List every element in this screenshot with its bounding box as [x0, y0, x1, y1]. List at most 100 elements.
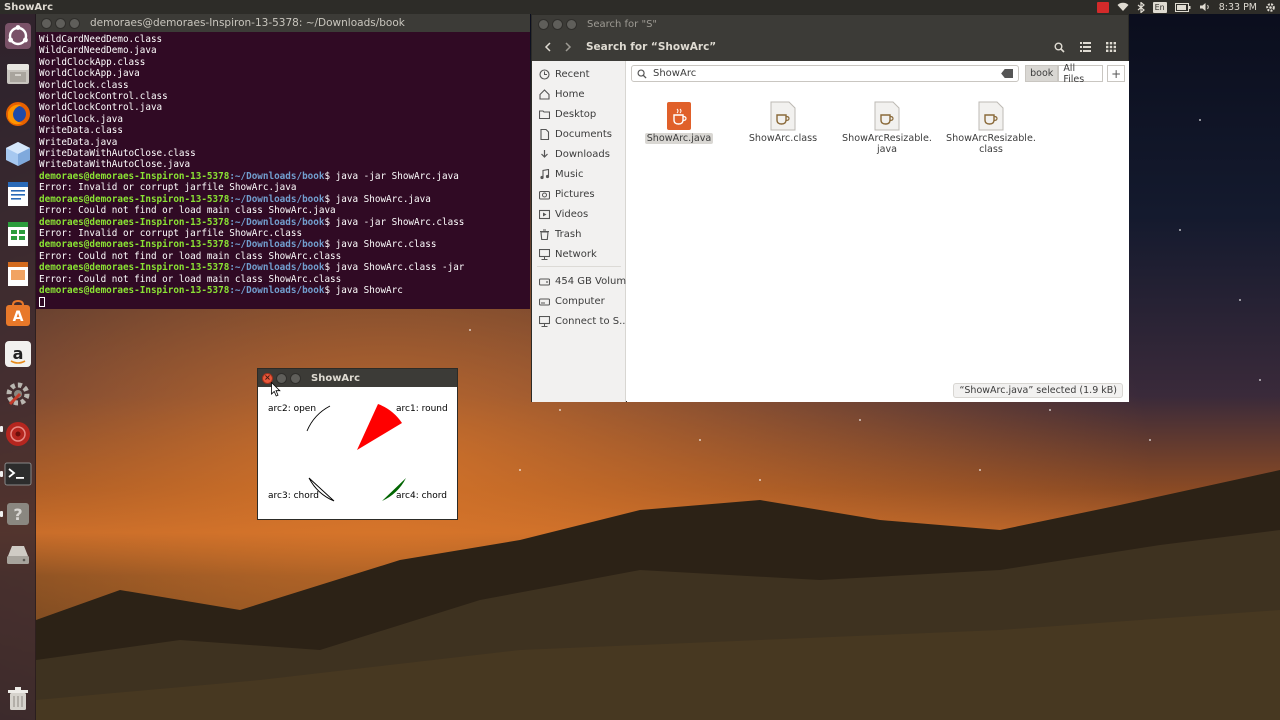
showarc-titlebar[interactable]: × ShowArc	[258, 369, 457, 387]
active-app-title: ShowArc	[4, 1, 54, 13]
prompt-path: :~/Downloads/book	[229, 239, 325, 251]
terminal-prompt-line: demoraes@demoraes-Inspiron-13-5378:~/Dow…	[39, 285, 527, 296]
sidebar-item-trash[interactable]: Trash	[532, 224, 626, 244]
terminal-window[interactable]: demoraes@demoraes-Inspiron-13-5378: ~/Do…	[36, 14, 530, 309]
sidebar-item-label: Videos	[555, 208, 589, 220]
sidebar-item-downloads[interactable]: Downloads	[532, 144, 626, 164]
notification-indicator-icon[interactable]	[1096, 1, 1109, 13]
software-center-icon[interactable]: A	[2, 298, 34, 330]
sidebar-item-volume[interactable]: 454 GB Volume	[532, 271, 626, 291]
terminal-prompt-line: demoraes@demoraes-Inspiron-13-5378:~/Dow…	[39, 194, 527, 205]
terminal-output[interactable]: WildCardNeedDemo.class WildCardNeedDemo.j…	[36, 32, 530, 309]
sidebar-item-connect[interactable]: Connect to S...	[532, 311, 626, 331]
close-icon[interactable]	[41, 17, 52, 29]
disk-icon[interactable]	[2, 418, 34, 450]
system-menu-gear-icon[interactable]	[1265, 1, 1276, 13]
chevron-right-icon	[565, 42, 572, 52]
wifi-icon[interactable]	[1117, 1, 1129, 13]
sidebar-item-home[interactable]: Home	[532, 84, 626, 104]
file-name-line: java	[876, 144, 898, 155]
sidebar-item-label: 454 GB Volume	[555, 275, 626, 287]
maximize-icon[interactable]	[566, 18, 577, 30]
sidebar-item-music[interactable]: Music	[532, 164, 626, 184]
back-button[interactable]	[538, 37, 558, 57]
scope-current-folder-button[interactable]: book	[1025, 65, 1059, 82]
clock-icon	[539, 68, 550, 80]
showarc-window[interactable]: × ShowArc arc2: open arc1: round arc3: c…	[257, 368, 458, 520]
grid-view-button[interactable]	[1100, 37, 1122, 57]
sidebar-item-network[interactable]: Network	[532, 244, 626, 264]
folder-icon	[539, 109, 550, 119]
files-headerbar: Search for “ShowArc”	[532, 33, 1128, 61]
amazon-icon[interactable]: a	[2, 338, 34, 370]
search-button[interactable]	[1048, 37, 1070, 57]
files-window[interactable]: Search for "S" Search for “ShowArc” Rece…	[531, 14, 1129, 402]
terminal-titlebar[interactable]: demoraes@demoraes-Inspiron-13-5378: ~/Do…	[36, 14, 530, 32]
terminal-icon[interactable]	[2, 458, 34, 490]
sidebar-item-label: Downloads	[555, 148, 610, 160]
terminal-line: WorldClock.java	[39, 113, 123, 125]
camera-icon	[539, 190, 550, 200]
drive-icon[interactable]	[2, 538, 34, 570]
sidebar-item-label: Documents	[555, 128, 613, 140]
search-input[interactable]: ShowArc	[631, 65, 1020, 82]
sidebar-item-label: Recent	[555, 68, 590, 80]
writer-icon[interactable]	[2, 178, 34, 210]
terminal-command: java ShowArc	[335, 284, 403, 296]
volume-icon[interactable]	[1199, 1, 1211, 13]
arc4-label: arc4: chord	[396, 491, 447, 501]
sidebar-item-videos[interactable]: Videos	[532, 204, 626, 224]
battery-icon[interactable]	[1174, 1, 1191, 13]
clock[interactable]: 8:33 PM	[1219, 1, 1257, 13]
maximize-icon[interactable]	[290, 372, 301, 384]
mouse-pointer-icon	[271, 382, 281, 397]
prompt-user: demoraes@demoraes-Inspiron-13-5378	[39, 193, 230, 205]
file-item[interactable]: ShowArcResizable. java	[839, 101, 935, 155]
sidebar-item-pictures[interactable]: Pictures	[532, 184, 626, 204]
sidebar-item-label: Connect to S...	[555, 315, 626, 327]
maximize-icon[interactable]	[69, 17, 80, 29]
search-bar: ShowArc book All Files +	[631, 63, 1126, 85]
calc-icon[interactable]	[2, 218, 34, 250]
dash-icon[interactable]	[2, 20, 34, 52]
add-criteria-button[interactable]: +	[1107, 65, 1126, 82]
settings-icon[interactable]	[2, 378, 34, 410]
sidebar-item-documents[interactable]: Documents	[532, 124, 626, 144]
minimize-icon[interactable]	[552, 18, 563, 30]
keyboard-layout-indicator[interactable]: En	[1152, 1, 1167, 13]
class-file-icon	[770, 101, 796, 131]
selection-status: “ShowArc.java” selected (1.9 kB)	[953, 383, 1123, 398]
sidebar-item-desktop[interactable]: Desktop	[532, 104, 626, 124]
bluetooth-icon[interactable]	[1137, 1, 1145, 13]
files-icon[interactable]	[2, 58, 34, 90]
help-icon[interactable]: ?	[2, 498, 34, 530]
files-titlebar[interactable]: Search for "S"	[532, 15, 1128, 33]
running-indicator	[0, 426, 3, 432]
close-icon[interactable]	[538, 18, 549, 30]
firefox-icon[interactable]	[2, 98, 34, 130]
terminal-prompt-line: demoraes@demoraes-Inspiron-13-5378:~/Dow…	[39, 217, 527, 228]
prompt-user: demoraes@demoraes-Inspiron-13-5378	[39, 216, 230, 228]
top-panel: ShowArc En 8:33 PM	[0, 0, 1280, 14]
list-view-button[interactable]	[1074, 37, 1096, 57]
scope-all-files-button[interactable]: All Files	[1058, 63, 1104, 85]
computer-icon	[539, 297, 550, 306]
file-item[interactable]: ShowArc.class	[735, 101, 831, 144]
forward-button[interactable]	[558, 37, 578, 57]
sidebar-item-computer[interactable]: Computer	[532, 291, 626, 311]
files-window-title: Search for "S"	[587, 18, 658, 30]
terminal-cursor	[39, 296, 45, 307]
generic-app-icon[interactable]	[2, 138, 34, 170]
class-file-icon	[874, 101, 900, 131]
terminal-prompt-line: demoraes@demoraes-Inspiron-13-5378:~/Dow…	[39, 239, 527, 250]
list-icon	[1079, 42, 1091, 52]
minimize-icon[interactable]	[55, 17, 66, 29]
impress-icon[interactable]	[2, 258, 34, 290]
arc2-label: arc2: open	[268, 404, 317, 414]
terminal-error-line: Error: Invalid or corrupt jarfile ShowAr…	[39, 182, 297, 194]
clear-search-icon[interactable]	[1001, 69, 1014, 78]
sidebar-item-recent[interactable]: Recent	[532, 64, 626, 84]
trash-icon[interactable]	[2, 682, 34, 714]
file-item[interactable]: ShowArc.java	[631, 101, 727, 144]
file-item[interactable]: ShowArcResizable. class	[943, 101, 1039, 155]
